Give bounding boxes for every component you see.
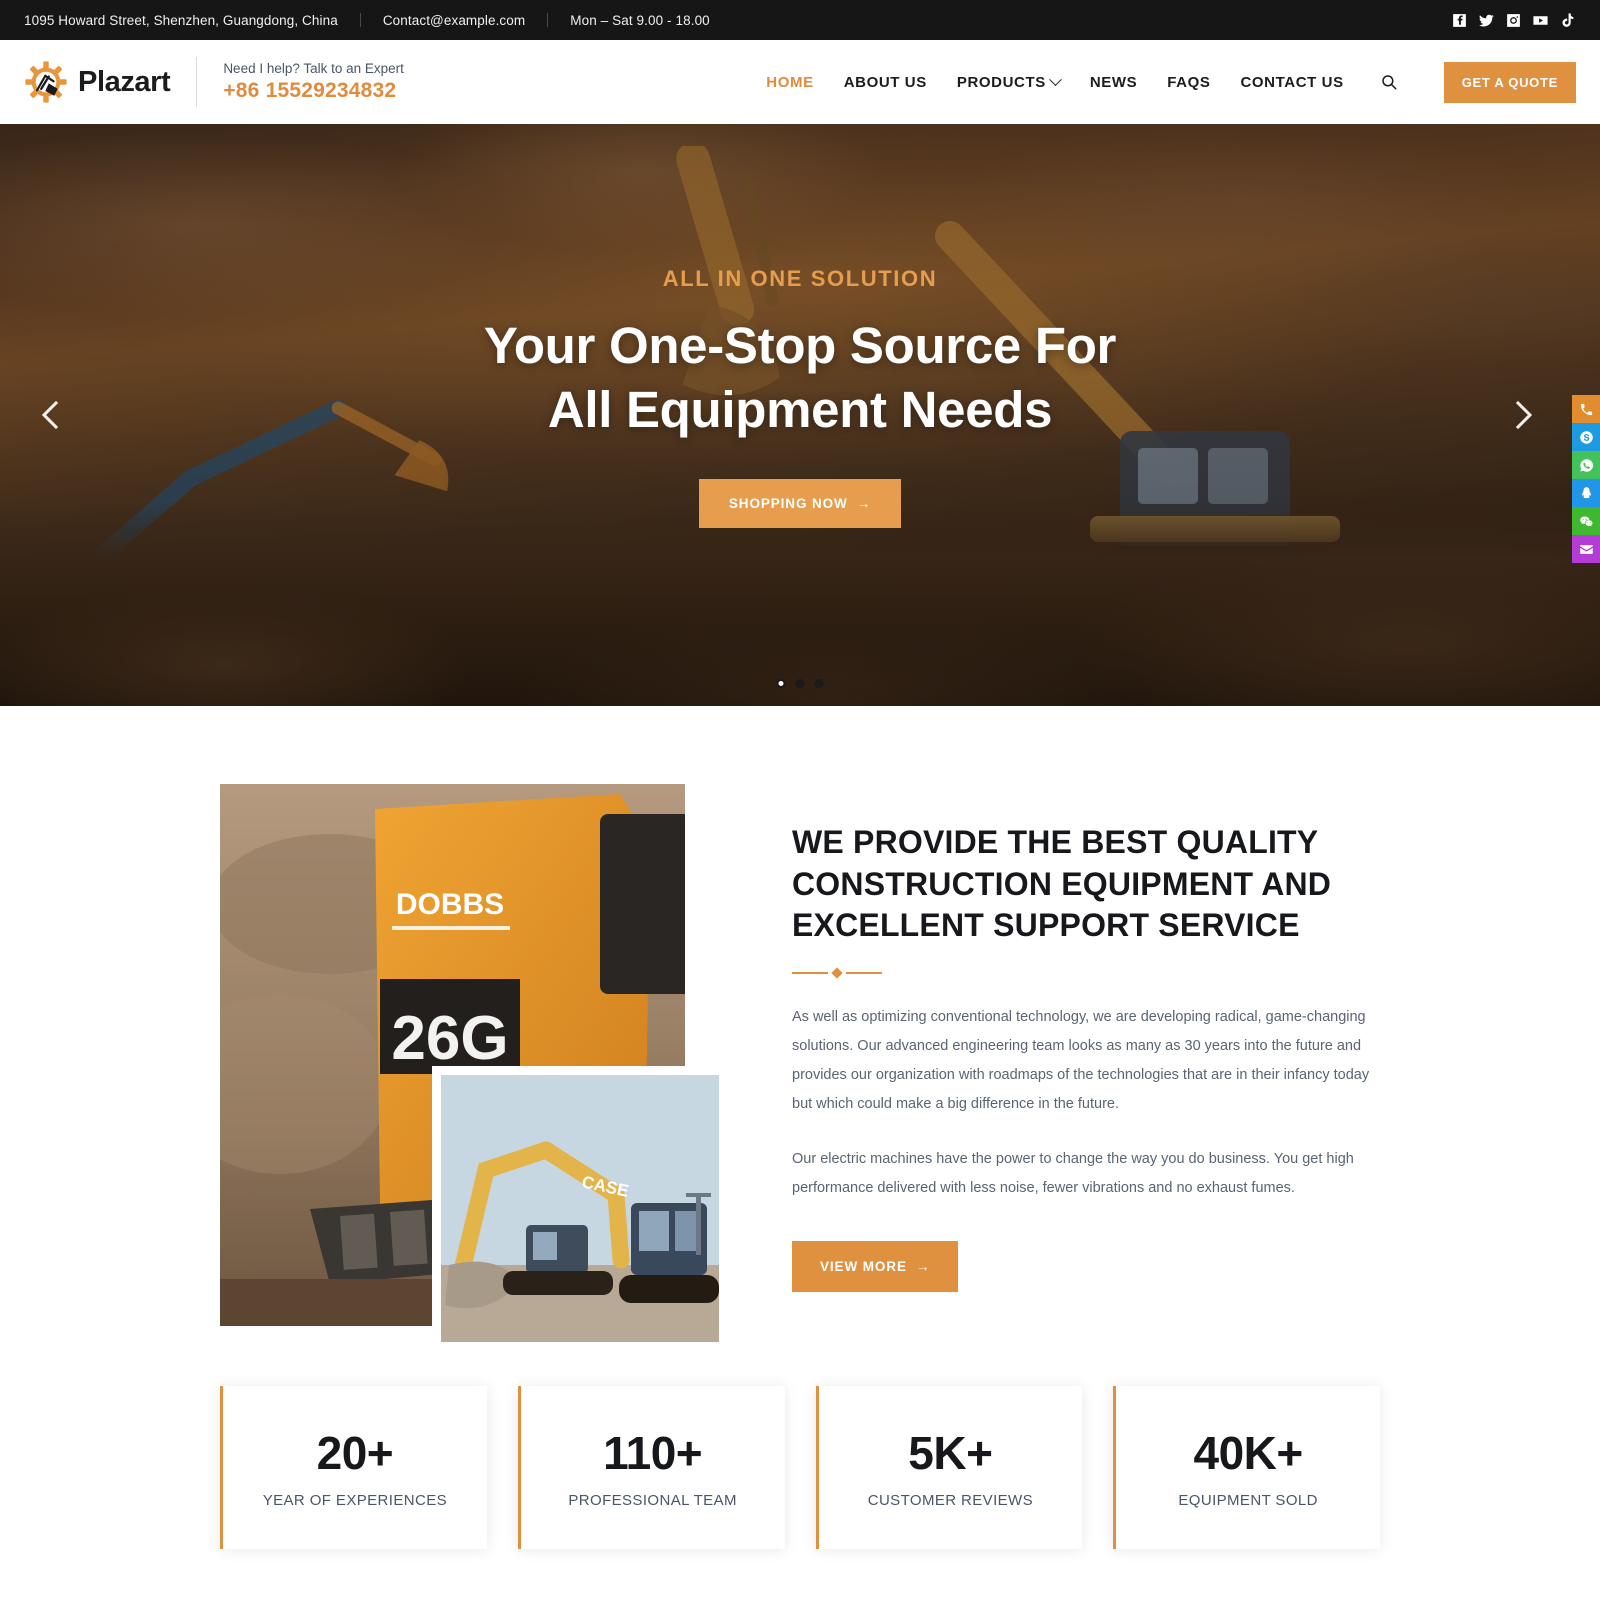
stats-row: 20+ YEAR OF EXPERIENCES 110+ PROFESSIONA…: [220, 1386, 1380, 1589]
hero-slider: ALL IN ONE SOLUTION Your One-Stop Source…: [0, 124, 1600, 706]
dock-whatsapp-button[interactable]: [1572, 451, 1600, 479]
stat-card: 20+ YEAR OF EXPERIENCES: [220, 1386, 487, 1549]
view-more-button[interactable]: VIEW MORE →: [792, 1240, 959, 1292]
chevron-right-icon: [1503, 400, 1533, 430]
about-images: 26G DOBBS CASE: [220, 784, 760, 1351]
chevron-left-icon: [41, 400, 71, 430]
about-section: 26G DOBBS CASE WE PROVIDE THE BEST QUALI…: [0, 706, 1600, 1589]
main-navigation: HOME ABOUT US PRODUCTS NEWS FAQS CONTACT…: [766, 61, 1576, 103]
hours-text: Mon – Sat 9.00 - 18.00: [570, 12, 710, 28]
dock-qq-button[interactable]: [1572, 479, 1600, 507]
about-heading: WE PROVIDE THE BEST QUALITY CONSTRUCTION…: [792, 824, 1332, 944]
about-copy: WE PROVIDE THE BEST QUALITY CONSTRUCTION…: [760, 784, 1380, 1326]
expert-label: Need I help? Talk to an Expert: [223, 61, 404, 76]
dock-wechat-button[interactable]: [1572, 507, 1600, 535]
logo[interactable]: Plazart: [24, 60, 171, 104]
nav-item-faqs[interactable]: FAQS: [1167, 74, 1210, 91]
stat-card: 5K+ CUSTOMER REVIEWS: [815, 1386, 1083, 1549]
stat-label: YEAR OF EXPERIENCES: [262, 1492, 448, 1509]
brand-name: Plazart: [78, 65, 171, 98]
stat-label: EQUIPMENT SOLD: [1178, 1492, 1318, 1509]
heading-divider: [792, 967, 1380, 979]
hero-eyebrow: ALL IN ONE SOLUTION: [662, 265, 938, 291]
stat-value: 5K+: [908, 1427, 993, 1479]
nav-label: PRODUCTS: [956, 73, 1046, 91]
social-links: [1451, 12, 1576, 29]
instagram-icon[interactable]: [1505, 12, 1522, 29]
youtube-icon[interactable]: [1532, 12, 1549, 29]
phone-number[interactable]: +86 15529234832: [223, 79, 404, 103]
divider: [547, 13, 549, 27]
svg-text:DOBBS: DOBBS: [396, 888, 504, 921]
stat-value: 110+: [603, 1427, 703, 1479]
nav-item-news[interactable]: NEWS: [1090, 74, 1137, 91]
stat-card: 40K+ EQUIPMENT SOLD: [1113, 1386, 1380, 1549]
shopping-now-button[interactable]: SHOPPING NOW →: [698, 479, 902, 529]
nav-label: NEWS: [1089, 73, 1138, 91]
about-inner: 26G DOBBS CASE WE PROVIDE THE BEST QUALI…: [220, 784, 1380, 1351]
email-icon: [1579, 544, 1593, 554]
chevron-down-icon: [1048, 72, 1062, 86]
qq-icon: [1581, 486, 1591, 498]
nav-label: HOME: [766, 73, 814, 91]
dock-skype-button[interactable]: [1572, 423, 1600, 451]
hero-content: ALL IN ONE SOLUTION Your One-Stop Source…: [0, 124, 1600, 706]
diamond-icon: [831, 967, 843, 979]
wechat-icon: [1579, 516, 1592, 526]
about-paragraph-2: Our electric machines have the power to …: [792, 1150, 1354, 1196]
hero-title: Your One-Stop Source For All Equipment N…: [483, 316, 1117, 438]
topbar-left-group: 1095 Howard Street, Shenzhen, Guangdong,…: [24, 13, 710, 28]
email-text[interactable]: Contact@example.com: [383, 13, 525, 28]
address-text: 1095 Howard Street, Shenzhen, Guangdong,…: [24, 12, 338, 28]
hero-cta-label: SHOPPING NOW: [728, 496, 848, 512]
site-header: Plazart Need I help? Talk to an Expert +…: [0, 40, 1600, 124]
slider-pagination: [776, 679, 824, 688]
slider-next-button[interactable]: [1496, 393, 1540, 437]
nav-label: FAQS: [1167, 73, 1211, 91]
top-info-bar: 1095 Howard Street, Shenzhen, Guangdong,…: [0, 0, 1600, 40]
facebook-icon[interactable]: [1451, 12, 1468, 29]
slider-dot-3[interactable]: [814, 679, 824, 688]
stat-value: 20+: [316, 1427, 394, 1479]
stat-label: CUSTOMER REVIEWS: [867, 1492, 1034, 1509]
slider-dot-2[interactable]: [795, 679, 805, 688]
phone-icon: [1580, 403, 1592, 415]
tiktok-icon[interactable]: [1559, 12, 1576, 29]
divider: [359, 13, 361, 27]
nav-item-contact-us[interactable]: CONTACT US: [1240, 74, 1343, 91]
get-a-quote-button[interactable]: GET A QUOTE: [1443, 61, 1576, 103]
nav-item-products[interactable]: PRODUCTS: [956, 72, 1062, 91]
dock-email-button[interactable]: [1572, 535, 1600, 563]
excavator-fleet-image: CASE: [432, 1066, 728, 1351]
slider-dot-1[interactable]: [776, 679, 786, 688]
svg-text:26G: 26G: [391, 1004, 508, 1073]
divider-bar-right: [846, 971, 882, 974]
nav-label: ABOUT US: [843, 73, 927, 91]
gear-excavator-logo-icon: [24, 60, 68, 104]
nav-item-home[interactable]: HOME: [766, 74, 813, 91]
stat-value: 40K+: [1193, 1427, 1304, 1479]
expert-contact: Need I help? Talk to an Expert +86 15529…: [223, 61, 404, 103]
header-divider: [196, 57, 198, 107]
divider-bar-left: [792, 971, 828, 974]
twitter-icon[interactable]: [1478, 12, 1495, 29]
arrow-right-icon: →: [856, 496, 872, 512]
stat-card: 110+ PROFESSIONAL TEAM: [517, 1386, 785, 1549]
whatsapp-icon: [1579, 458, 1593, 472]
floating-contact-dock: [1572, 395, 1600, 563]
dock-phone-button[interactable]: [1572, 395, 1600, 423]
image-art: CASE: [441, 1075, 719, 1342]
stat-label: PROFESSIONAL TEAM: [568, 1492, 737, 1509]
slider-prev-button[interactable]: [34, 393, 78, 437]
view-more-label: VIEW MORE: [820, 1258, 907, 1274]
search-icon[interactable]: [1378, 71, 1400, 93]
skype-icon: [1579, 430, 1593, 444]
nav-label: CONTACT US: [1240, 73, 1344, 91]
about-paragraph-1: As well as optimizing conventional techn…: [792, 1008, 1370, 1112]
arrow-right-icon: →: [915, 1258, 931, 1274]
nav-item-about-us[interactable]: ABOUT US: [844, 74, 927, 91]
